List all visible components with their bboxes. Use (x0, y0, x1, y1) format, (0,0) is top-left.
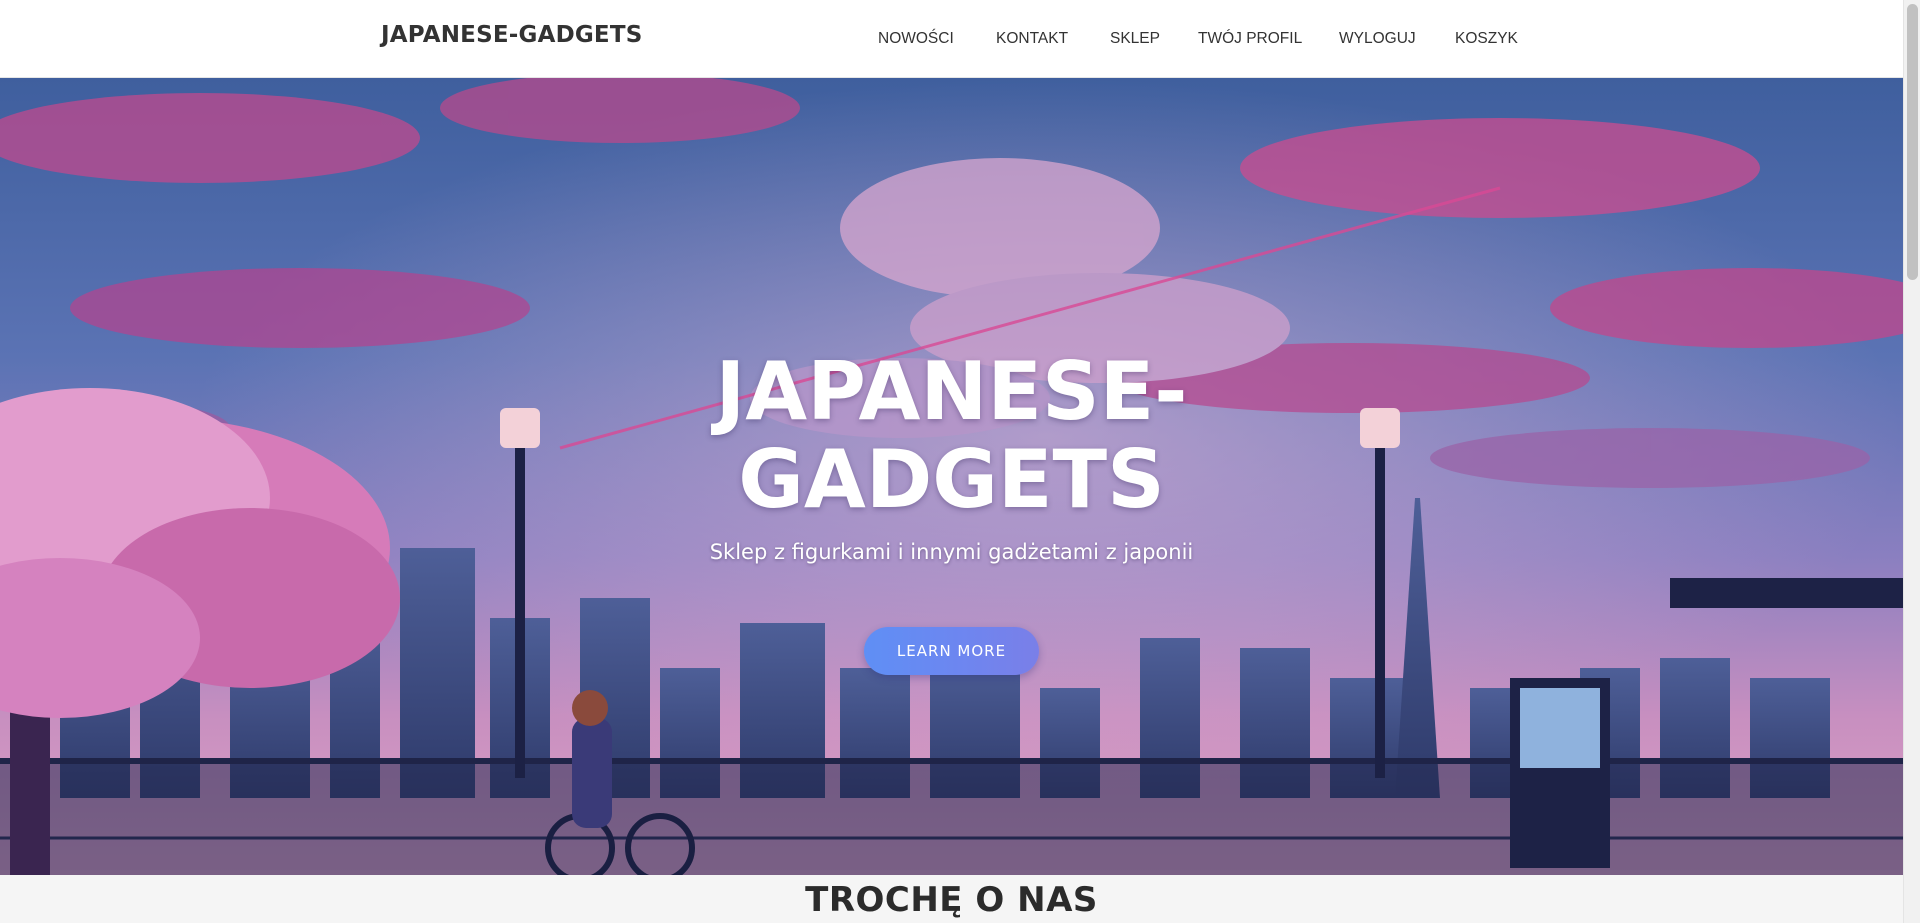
hero-title-line-1: JAPANESE- (715, 345, 1188, 438)
hero-subtitle: Sklep z figurkami i innymi gadżetami z j… (709, 540, 1194, 564)
hero-title-line-2: GADGETS (738, 433, 1165, 526)
nav-item-sklep[interactable]: SKLEP (1110, 30, 1160, 48)
navbar: JAPANESE-GADGETS NOWOŚCI KONTAKT SKLEP T… (0, 0, 1903, 78)
page-scrollbar[interactable] (1903, 0, 1920, 923)
nav-item-koszyk[interactable]: KOSZYK (1455, 30, 1518, 48)
nav-item-kontakt[interactable]: KONTAKT (996, 30, 1068, 48)
hero-section: JAPANESE- GADGETS Sklep z figurkami i in… (0, 78, 1903, 875)
nav-menu: NOWOŚCI KONTAKT SKLEP TWÓJ PROFIL WYLOGU… (0, 30, 1903, 50)
hero-title: JAPANESE- GADGETS (0, 348, 1903, 524)
nav-item-profil[interactable]: TWÓJ PROFIL (1198, 30, 1302, 48)
nav-item-wyloguj[interactable]: WYLOGUJ (1339, 30, 1416, 48)
learn-more-button[interactable]: LEARN MORE (864, 627, 1039, 675)
scrollbar-thumb[interactable] (1907, 4, 1918, 280)
nav-item-nowosci[interactable]: NOWOŚCI (878, 30, 954, 48)
about-section-title: TROCHĘ O NAS (805, 880, 1098, 920)
